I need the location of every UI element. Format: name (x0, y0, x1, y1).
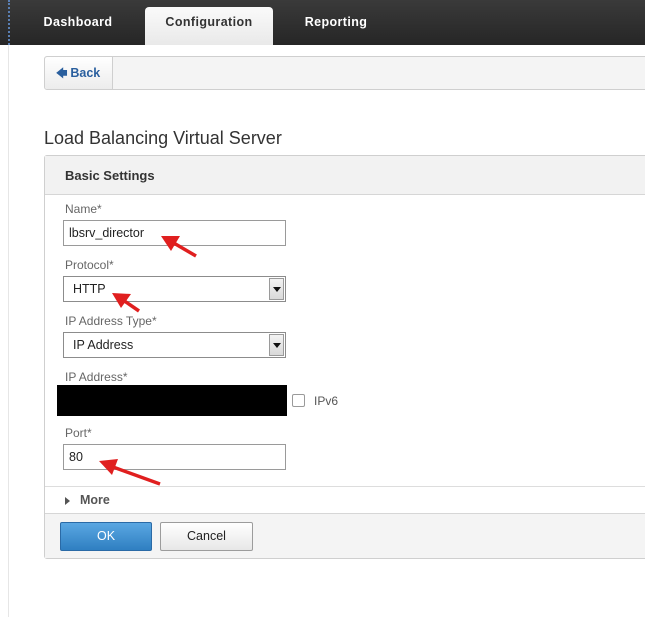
more-expander[interactable]: More (45, 486, 645, 513)
tab-reporting[interactable]: Reporting (290, 0, 382, 45)
panel-header: Basic Settings (45, 156, 645, 195)
ip-address-type-value: IP Address (73, 338, 134, 352)
protocol-label: Protocol* (65, 258, 114, 272)
protocol-select[interactable]: HTTP (63, 276, 286, 302)
back-button[interactable]: 🡄 Back (45, 57, 113, 89)
chevron-down-icon[interactable] (269, 278, 284, 300)
ip-address-label: IP Address* (65, 370, 128, 384)
name-input[interactable]: lbsrv_director (63, 220, 286, 246)
ip-address-type-select[interactable]: IP Address (63, 332, 286, 358)
ip-address-input-redacted[interactable] (57, 385, 287, 416)
ipv6-checkbox[interactable] (292, 394, 305, 407)
ok-button[interactable]: OK (60, 522, 152, 551)
back-button-label: Back (70, 66, 101, 80)
ip-address-type-label: IP Address Type* (65, 314, 157, 328)
left-divider (8, 45, 9, 617)
dotted-divider (8, 0, 10, 45)
arrow-left-icon: 🡄 (56, 68, 68, 80)
name-label: Name* (65, 202, 102, 216)
port-input[interactable]: 80 (63, 444, 286, 470)
more-label: More (80, 493, 110, 507)
chevron-right-icon (65, 497, 70, 505)
port-label: Port* (65, 426, 92, 440)
action-toolbar: 🡄 Back (44, 56, 645, 90)
protocol-value: HTTP (73, 282, 106, 296)
tab-configuration[interactable]: Configuration (145, 7, 273, 45)
ipv6-label: IPv6 (314, 394, 339, 408)
cancel-button[interactable]: Cancel (160, 522, 253, 551)
panel-footer: OK Cancel (45, 513, 645, 558)
basic-settings-panel: Basic Settings Name* lbsrv_director Prot… (44, 155, 645, 559)
top-navigation-bar: Dashboard Configuration Reporting (0, 0, 645, 45)
chevron-down-icon[interactable] (269, 334, 284, 356)
tab-dashboard[interactable]: Dashboard (30, 0, 126, 45)
page-title: Load Balancing Virtual Server (44, 128, 282, 148)
